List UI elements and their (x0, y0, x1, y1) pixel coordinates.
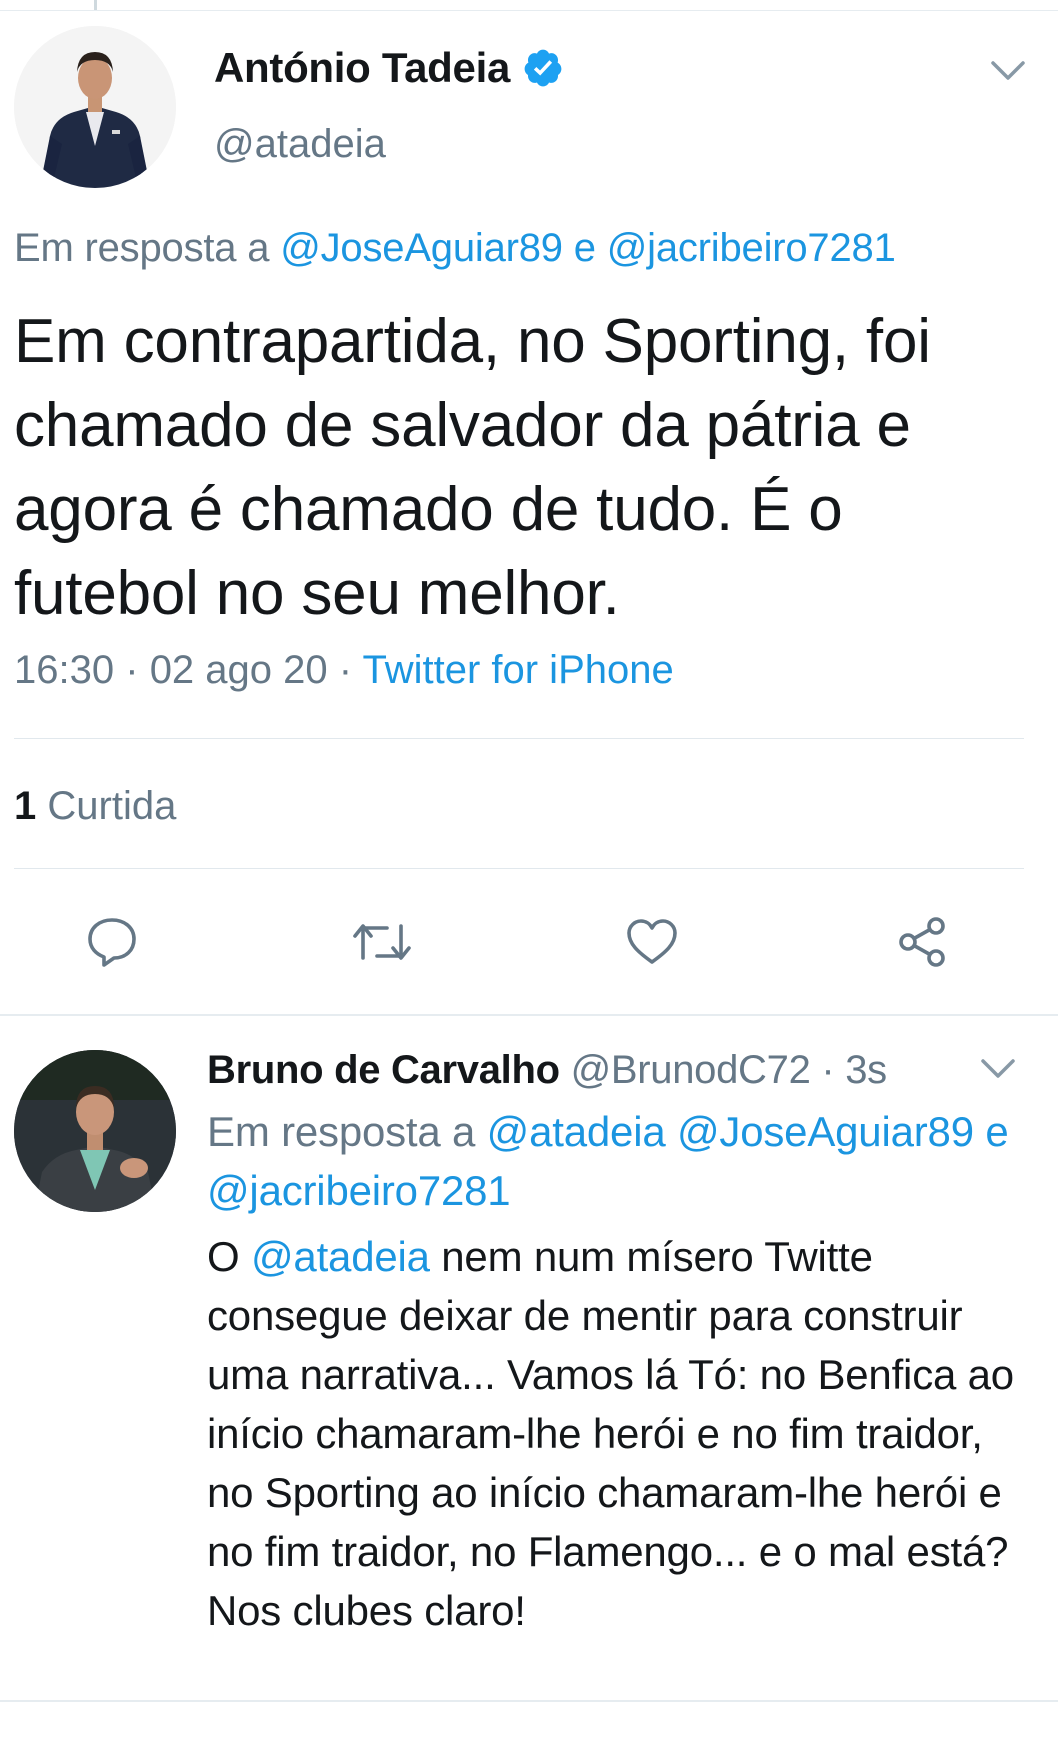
avatar-antonio-tadeia[interactable] (14, 26, 176, 188)
mention-joseaguiar89[interactable]: @JoseAguiar89 (677, 1108, 974, 1155)
avatar-bruno-de-carvalho[interactable] (14, 1050, 176, 1212)
reply-in-reply-to: Em resposta a @atadeia @JoseAguiar89 e @… (207, 1102, 1037, 1220)
reply-button[interactable] (80, 910, 144, 974)
tweet-text: Em contrapartida, no Sporting, foi chama… (14, 307, 931, 628)
retweet-icon (353, 924, 411, 960)
share-icon (899, 917, 945, 967)
header-separator: · (821, 1048, 835, 1092)
likes-label: Curtida (47, 784, 177, 828)
reply-icon (88, 918, 136, 967)
mention-joseaguiar89[interactable]: @JoseAguiar89 (280, 226, 563, 270)
reply-prefix: Em resposta a (14, 226, 270, 270)
share-button[interactable] (890, 910, 954, 974)
tweet-source[interactable]: Twitter for iPhone (362, 648, 673, 692)
author-handle[interactable]: @atadeia (214, 122, 386, 167)
reply-header: Bruno de Carvalho @BrunodC72 · 3s (207, 1048, 887, 1093)
divider (14, 738, 1024, 739)
likes-count: 1 (14, 784, 37, 828)
tweet-time: 16:30 (14, 648, 115, 692)
thread-top-edge (0, 0, 1058, 11)
retweet-button[interactable] (350, 910, 414, 974)
heart-icon (627, 919, 677, 964)
reply-text-prefix: O (207, 1233, 240, 1280)
author-name-text[interactable]: António Tadeia (214, 44, 510, 92)
meta-separator: · (125, 648, 139, 692)
likes-stat[interactable]: 1 Curtida (14, 784, 176, 829)
author-name[interactable]: António Tadeia (214, 44, 564, 92)
verified-badge-icon (522, 47, 564, 89)
thread-connector (94, 0, 97, 10)
mention-atadeia[interactable]: @atadeia (251, 1233, 430, 1280)
like-button[interactable] (620, 910, 684, 974)
reply-author-name[interactable]: Bruno de Carvalho (207, 1048, 560, 1092)
reply-text-body: nem num mísero Twitte consegue deixar de… (207, 1233, 1014, 1634)
tweet-date: 02 ago 20 (149, 648, 328, 692)
reply-prefix: Em resposta a (207, 1108, 476, 1155)
reply-conjunction: e (985, 1108, 1009, 1155)
reply-conjunction: e (573, 226, 596, 270)
tweet-meta: 16:30 · 02 ago 20 · Twitter for iPhone (14, 648, 674, 693)
tweet-separator (0, 1700, 1058, 1702)
in-reply-to: Em resposta a @JoseAguiar89 e @jacribeir… (14, 226, 896, 271)
meta-separator: · (338, 648, 353, 692)
reply-author-handle[interactable]: @BrunodC72 (571, 1048, 811, 1092)
chevron-down-icon[interactable] (990, 60, 1026, 82)
mention-jacribeiro7281[interactable]: @jacribeiro7281 (207, 1167, 511, 1214)
mention-atadeia[interactable]: @atadeia (487, 1108, 666, 1155)
reply-timestamp[interactable]: 3s (845, 1048, 887, 1092)
mention-jacribeiro7281[interactable]: @jacribeiro7281 (607, 226, 896, 270)
reply-text: O @atadeia nem num mísero Twitte consegu… (207, 1227, 1037, 1640)
chevron-down-icon[interactable] (980, 1058, 1016, 1080)
tweet-separator (0, 1014, 1058, 1016)
divider (14, 868, 1024, 869)
